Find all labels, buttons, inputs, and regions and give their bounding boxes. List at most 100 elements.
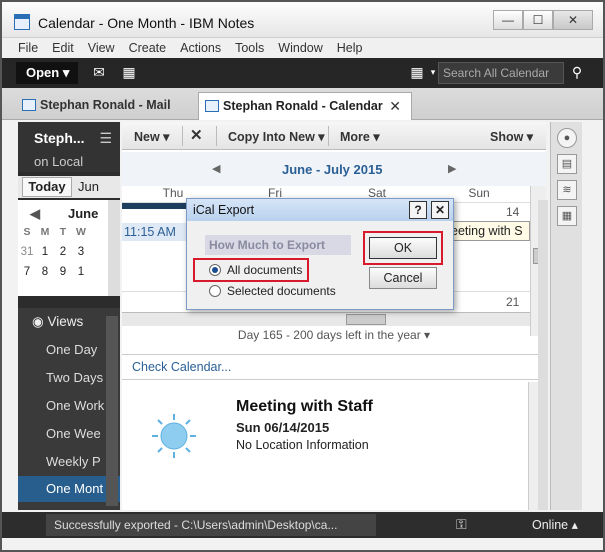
window-title: Calendar - One Month - IBM Notes [38,15,255,31]
month-header: ◀ June - July 2015 ▶ [122,152,546,186]
mini-calendar-month: June [68,206,99,221]
export-group-label-box: How Much to Export [205,235,351,255]
mini-day[interactable]: 1 [72,266,90,278]
mini-day[interactable]: 1 [36,246,54,258]
mini-day[interactable]: 2 [54,246,72,258]
view-one-day[interactable]: One Day [46,342,112,357]
menu-edit[interactable]: Edit [52,41,74,55]
delete-icon[interactable]: ✕ [190,126,203,144]
search-icon[interactable]: ⚲ [568,64,586,80]
cancel-button[interactable]: Cancel [369,267,437,289]
day-of-year-status[interactable]: Day 165 - 200 days left in the year ▾ [122,328,546,344]
right-sidebar: ● ▤ ≋ ▦ [550,122,582,510]
mini-day[interactable]: 31 [18,246,36,258]
new-button[interactable]: New ▾ [134,129,169,144]
menu-bar: File Edit View Create Actions Tools Wind… [2,38,603,58]
show-button[interactable]: Show ▾ [490,129,533,144]
feeds-icon[interactable]: ≋ [557,180,577,200]
tab-bar: Stephan Ronald - Mail Stephan Ronald - C… [2,88,603,120]
view-one-work-week[interactable]: One Work [46,398,112,413]
check-calendar-bar: Check Calendar... [122,354,546,380]
views-scrollbar[interactable] [106,316,118,506]
day-at-a-glance-icon[interactable]: ▦ [557,206,577,226]
view-weekly-planner[interactable]: Weekly P [46,454,112,469]
mini-calendar-vscrollbar[interactable] [108,200,120,296]
dow-label: M [40,226,50,238]
menu-create[interactable]: Create [129,41,167,55]
views-header[interactable]: ◉ Views [32,314,83,330]
preview-date: Sun 06/14/2015 [236,420,330,435]
next-month-icon[interactable]: ▶ [448,162,456,175]
chevron-down-icon: ◉ [32,314,48,329]
menu-view[interactable]: View [88,41,115,55]
mini-day[interactable]: 8 [36,266,54,278]
minimize-button[interactable]: — [493,10,523,30]
open-button[interactable]: Open ▾ [16,62,78,84]
tab-mail-label: Stephan Ronald - Mail [40,98,171,112]
divider [182,126,183,146]
highlight-box [193,258,309,282]
preview-location: No Location Information [236,438,369,452]
account-header: Steph... on Local ☰ [18,122,120,172]
more-button[interactable]: More ▾ [340,129,380,144]
view-one-week[interactable]: One Wee [46,426,112,441]
status-bar: Successfully exported - C:\Users\admin\D… [2,512,603,538]
calendar-entry-selected[interactable]: eeting with S [448,221,530,241]
tab-calendar[interactable]: Stephan Ronald - Calendar ✕ [198,92,412,120]
right-scrollbar[interactable] [538,200,548,510]
status-message: Successfully exported - C:\Users\admin\D… [46,514,376,536]
menu-file[interactable]: File [18,41,38,55]
left-navigator: Steph... on Local ☰ Today Jun ◀ June S M… [18,122,120,510]
help-button[interactable]: ? [409,201,427,219]
maximize-button[interactable]: ☐ [523,10,553,30]
calendar-app-icon [14,14,30,30]
tab-mail[interactable]: Stephan Ronald - Mail [16,92,196,120]
mail-icon [22,99,36,111]
account-name[interactable]: Steph... [34,130,85,146]
mini-day[interactable]: 9 [54,266,72,278]
online-status-button[interactable]: Online ▴ [532,517,578,532]
month-grid-hscrollbar[interactable] [122,312,530,326]
mail-icon[interactable]: ✉ [90,64,108,80]
check-calendar-link[interactable]: Check Calendar... [132,360,231,374]
hamburger-menu-icon[interactable]: ☰ [99,130,112,147]
views-panel: ◉ Views One Day Two Days One Work One We… [18,308,120,510]
menu-help[interactable]: Help [337,41,363,55]
dow-label: T [59,226,67,238]
today-button[interactable]: Today [22,177,72,197]
menu-tools[interactable]: Tools [235,41,264,55]
selected-day-strip [122,203,192,209]
calendar-main: New ▾ ✕ Copy Into New ▾ More ▾ Show ▾ ◀ … [122,122,546,510]
mini-day[interactable]: 3 [72,246,90,258]
option-selected-label: Selected documents [227,284,336,298]
mini-day[interactable]: 7 [18,266,36,278]
menu-actions[interactable]: Actions [180,41,221,55]
close-window-button[interactable]: ✕ [553,10,593,30]
view-two-days[interactable]: Two Days [46,370,112,385]
month-short-label[interactable]: Jun [78,179,99,194]
export-group-label: How Much to Export [209,238,325,252]
scroll-thumb[interactable] [346,314,386,325]
copy-into-new-button[interactable]: Copy Into New ▾ [228,129,325,144]
key-icon[interactable]: ⚿ [456,516,467,533]
highlight-box [363,231,443,265]
tab-calendar-label: Stephan Ronald - Calendar [223,99,383,113]
calendar-entry[interactable]: 11:15 AM [122,223,188,241]
close-tab-icon[interactable]: ✕ [389,93,401,119]
menu-window[interactable]: Window [278,41,322,55]
calendar-icon [205,100,219,112]
search-input[interactable]: Search All Calendar [438,62,564,84]
dialog-close-button[interactable]: ✕ [431,201,449,219]
mini-calendar: ◀ June S M T W 31 1 2 3 7 8 9 1 [18,200,108,376]
dow-label: W [76,226,86,238]
activities-icon[interactable]: ▤ [557,154,577,174]
radio-unselected[interactable] [209,285,221,297]
chat-icon[interactable]: ● [557,128,577,148]
calendar-icon[interactable]: ▦ [120,64,138,80]
view-one-month[interactable]: One Mont [18,476,120,502]
previous-month-icon[interactable]: ◀ [30,206,40,222]
divider [216,126,217,146]
date-number[interactable]: 21 [506,295,519,309]
previous-month-icon[interactable]: ◀ [212,162,220,175]
date-number[interactable]: 14 [506,205,519,219]
